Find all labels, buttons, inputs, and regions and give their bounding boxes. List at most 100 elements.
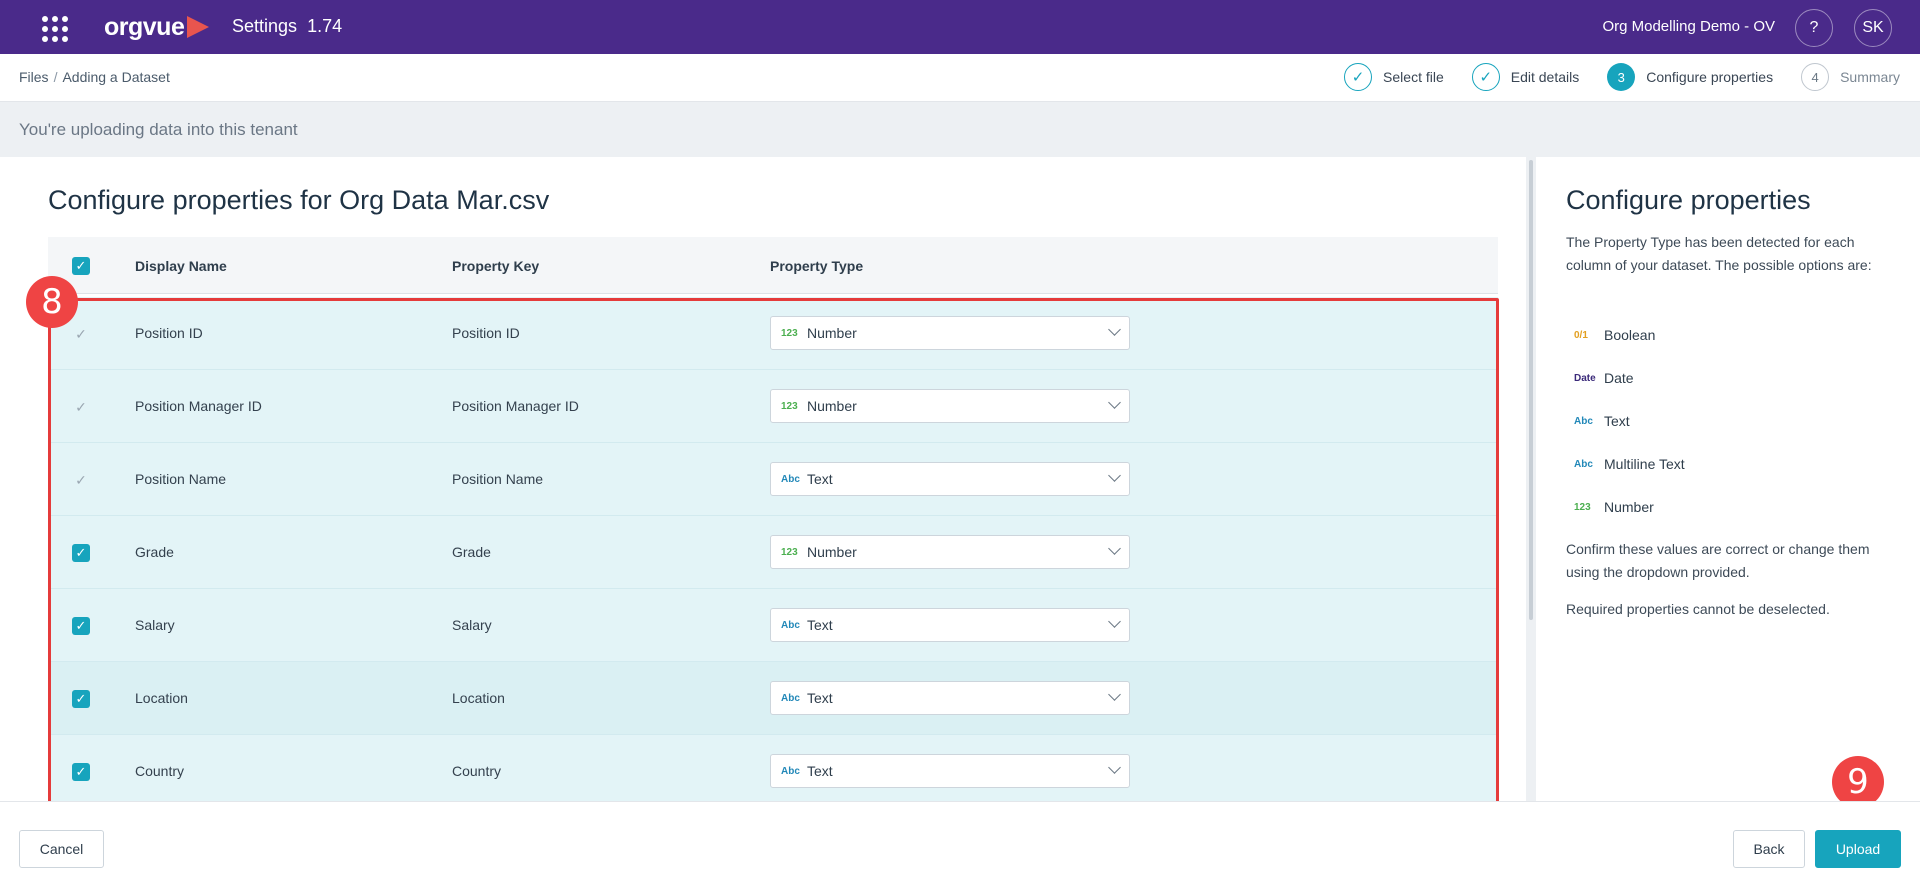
row-checkbox-locked: ✓ [75, 471, 87, 488]
boolean-type-icon: 0/1 [1574, 329, 1588, 341]
row-checkbox[interactable]: ✓ [72, 544, 90, 562]
date-type-icon: Date [1574, 372, 1596, 384]
row-checkbox[interactable]: ✓ [72, 617, 90, 635]
tenant-name[interactable]: Org Modelling Demo - OV [1602, 18, 1775, 35]
app-version: 1.74 [307, 16, 343, 36]
text-type-icon: Abc [1574, 415, 1593, 427]
step-label: Select file [1383, 69, 1444, 85]
step-number: 3 [1607, 63, 1636, 91]
select-all-checkbox[interactable]: ✓ [72, 257, 90, 275]
check-icon: ✓ [1471, 63, 1500, 91]
display-name-cell: Location [135, 690, 188, 706]
step-label: Edit details [1510, 69, 1580, 85]
row-checkbox-locked: ✓ [75, 398, 87, 415]
table-row: ✓ Position Manager ID Position Manager I… [48, 370, 1498, 443]
step-edit-details[interactable]: ✓ Edit details [1471, 63, 1580, 91]
property-type-value: Number [807, 398, 857, 414]
property-type-dropdown[interactable]: Abc Text [770, 754, 1130, 788]
display-name-cell: Country [135, 763, 185, 779]
row-checkbox-locked: ✓ [75, 325, 87, 342]
table-row: ✓ Position Name Position Name Abc Text [48, 443, 1498, 516]
legend-label: Multiline Text [1604, 456, 1685, 472]
logo-text: orgvue [104, 12, 185, 41]
legend-item-text: Abc Text [1574, 413, 1874, 429]
legend-item-number: 123 Number [1574, 499, 1874, 515]
cancel-button[interactable]: Cancel [19, 830, 104, 868]
properties-panel: Configure properties for Org Data Mar.cs… [0, 157, 1526, 801]
upload-notice: You're uploading data into this tenant [0, 102, 1920, 157]
help-required-text: Required properties cannot be deselected… [1566, 601, 1830, 617]
display-name-cell: Salary [135, 617, 175, 633]
number-type-icon: 123 [781, 327, 798, 339]
help-panel-title: Configure properties [1566, 185, 1811, 215]
table-row: ✓ Salary Salary Abc Text [48, 589, 1498, 662]
orgvue-logo[interactable]: orgvue [104, 12, 210, 42]
property-key-cell: Grade [452, 544, 491, 560]
property-type-dropdown[interactable]: Abc Text [770, 681, 1130, 715]
property-key-cell: Position Name [452, 471, 544, 487]
property-type-dropdown[interactable]: Abc Text [770, 462, 1130, 496]
property-type-value: Text [807, 471, 833, 487]
step-number: 4 [1801, 63, 1830, 91]
property-type-value: Number [807, 544, 857, 560]
table-row: ✓ Grade Grade 123 Number [48, 516, 1498, 589]
display-name-cell: Position Manager ID [135, 398, 262, 414]
legend-item-multiline-text: Abc Multiline Text [1574, 456, 1874, 472]
table-row: ✓ Position ID Position ID 123 Number [48, 297, 1498, 370]
property-type-value: Number [807, 325, 857, 341]
column-header-property-key: Property Key [452, 258, 540, 274]
chevron-down-icon [1108, 396, 1121, 409]
help-button[interactable]: ? [1795, 9, 1833, 47]
property-key-cell: Salary [452, 617, 492, 633]
property-key-cell: Location [452, 690, 505, 706]
back-button[interactable]: Back [1733, 830, 1805, 868]
chevron-down-icon [1108, 615, 1121, 628]
property-type-value: Text [807, 617, 833, 633]
chevron-down-icon [1108, 761, 1121, 774]
breadcrumb: Files / Adding a Dataset [19, 69, 170, 85]
footer-bar: Cancel Back Upload [0, 801, 1920, 878]
page-title: Configure properties for Org Data Mar.cs… [48, 185, 550, 215]
property-key-cell: Position ID [452, 325, 520, 341]
property-key-cell: Position Manager ID [452, 398, 579, 414]
app-title: Settings 1.74 [232, 16, 342, 37]
help-panel: Configure properties The Property Type h… [1536, 157, 1920, 801]
display-name-cell: Grade [135, 544, 174, 560]
number-type-icon: 123 [781, 546, 798, 558]
table-row: ✓ Location Location Abc Text [48, 662, 1498, 735]
property-type-value: Text [807, 763, 833, 779]
upload-button[interactable]: Upload [1815, 830, 1901, 868]
step-select-file[interactable]: ✓ Select file [1344, 63, 1444, 91]
text-type-icon: Abc [781, 473, 800, 485]
properties-table: ✓ Position ID Position ID 123 Number ✓ P… [48, 297, 1498, 801]
help-confirm-text: Confirm these values are correct or chan… [1566, 541, 1870, 580]
column-header-property-type: Property Type [770, 258, 864, 274]
legend-label: Text [1604, 413, 1630, 429]
wizard-stepper: ✓ Select file ✓ Edit details 3 Configure… [1316, 63, 1900, 91]
property-type-dropdown[interactable]: Abc Text [770, 608, 1130, 642]
row-checkbox[interactable]: ✓ [72, 690, 90, 708]
chevron-down-icon [1108, 323, 1121, 336]
step-marker-8: 8 [26, 276, 78, 328]
user-avatar[interactable]: SK [1854, 9, 1892, 47]
breadcrumb-separator: / [53, 69, 58, 85]
legend-label: Number [1604, 499, 1654, 515]
row-checkbox[interactable]: ✓ [72, 763, 90, 781]
text-type-icon: Abc [781, 765, 800, 777]
property-type-dropdown[interactable]: 123 Number [770, 535, 1130, 569]
breadcrumb-files-link[interactable]: Files [19, 69, 49, 85]
app-launcher-icon[interactable] [40, 14, 68, 42]
property-type-dropdown[interactable]: 123 Number [770, 316, 1130, 350]
display-name-cell: Position ID [135, 325, 203, 341]
display-name-cell: Position Name [135, 471, 227, 487]
chevron-down-icon [1108, 688, 1121, 701]
column-header-display-name: Display Name [135, 258, 227, 274]
top-bar: orgvue Settings 1.74 Org Modelling Demo … [0, 0, 1920, 54]
number-type-icon: 123 [1574, 501, 1591, 513]
property-type-dropdown[interactable]: 123 Number [770, 389, 1130, 423]
text-type-icon: Abc [781, 619, 800, 631]
legend-label: Boolean [1604, 327, 1656, 343]
scrollbar-thumb[interactable] [1529, 160, 1533, 620]
step-label: Summary [1840, 69, 1900, 85]
step-configure-properties[interactable]: 3 Configure properties [1607, 63, 1773, 91]
